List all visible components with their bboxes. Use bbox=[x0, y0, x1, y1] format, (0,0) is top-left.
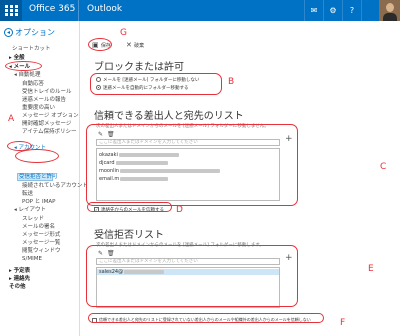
annotation-label-g: G bbox=[120, 28, 127, 38]
annotation-ring-block-allow bbox=[15, 149, 59, 163]
annotation-label-a: A bbox=[8, 114, 15, 124]
sidebar-item-block-allow[interactable]: 受信拒否と許可 bbox=[19, 174, 58, 181]
outlook-title[interactable]: Outlook bbox=[87, 4, 122, 14]
options-header[interactable]: ◂ オプション bbox=[4, 27, 55, 38]
options-title: オプション bbox=[15, 28, 55, 37]
sidebar-item-smime[interactable]: S/MIME bbox=[22, 256, 42, 263]
top-bar: Office 365 Outlook ✉ ⚙ ? bbox=[0, 0, 400, 21]
annotation-label-c: C bbox=[380, 162, 387, 172]
annotation-ring-blocked-list bbox=[86, 245, 298, 307]
sidebar-item-shortcuts[interactable]: ショートカット bbox=[12, 46, 51, 53]
sidebar-item-autoreply[interactable]: 自動応答 bbox=[22, 81, 44, 88]
annotation-ring-toolbar bbox=[88, 38, 112, 51]
sidebar-item-importance[interactable]: 重要度の高い bbox=[22, 105, 55, 112]
sidebar-item-forwarding[interactable]: 転送 bbox=[22, 191, 33, 198]
sidebar-item-message-format[interactable]: メッセージ形式 bbox=[22, 232, 60, 239]
sidebar-item-retention[interactable]: アイテム保持ポリシー bbox=[22, 129, 76, 136]
block-allow-title: ブロックまたは許可 bbox=[94, 62, 184, 73]
sidebar-item-reading-pane[interactable]: 閲覧ウィンドウ bbox=[22, 248, 61, 255]
annotation-ring-block-options bbox=[90, 73, 222, 95]
back-arrow-icon[interactable]: ◂ bbox=[4, 28, 13, 37]
avatar[interactable] bbox=[380, 0, 400, 21]
annotation-label-d: D bbox=[176, 205, 183, 215]
sidebar-item-threads[interactable]: スレッド bbox=[22, 216, 44, 223]
sidebar-item-other[interactable]: その他 bbox=[9, 284, 26, 291]
sidebar-item-message-options[interactable]: メッセージ オプション bbox=[22, 113, 79, 120]
sidebar-item-read-receipts[interactable]: 開封確認メッセージ bbox=[22, 121, 71, 128]
sidebar-item-layout[interactable]: ◂ レイアウト bbox=[14, 207, 46, 214]
sidebar-item-calendar[interactable]: ▸ 予定表 bbox=[9, 268, 30, 275]
sidebar-item-autoprocess[interactable]: ◂ 自動処理 bbox=[14, 72, 41, 79]
discard-button[interactable]: ✕ 破棄 bbox=[126, 41, 144, 49]
annotation-ring-mail bbox=[5, 61, 42, 71]
mail-icon[interactable]: ✉ bbox=[304, 0, 323, 21]
help-icon[interactable]: ? bbox=[342, 0, 361, 21]
annotation-ring-only-trusted bbox=[88, 313, 324, 323]
divider bbox=[78, 0, 79, 21]
blocked-senders-title: 受信拒否リスト bbox=[94, 230, 164, 241]
annotation-ring-safe-list bbox=[86, 124, 298, 206]
sidebar-item-connected-accounts[interactable]: 接続されているアカウント bbox=[22, 183, 88, 190]
sidebar-item-signature[interactable]: メールの署名 bbox=[22, 224, 55, 231]
annotation-label-e: E bbox=[368, 264, 374, 274]
app-launcher-icon[interactable] bbox=[0, 0, 22, 21]
discard-label: 破棄 bbox=[134, 43, 145, 49]
close-icon: ✕ bbox=[126, 41, 132, 49]
sidebar-item-junk-report[interactable]: 迷惑メールの報告 bbox=[22, 97, 66, 104]
sidebar-item-people[interactable]: ▸ 連絡先 bbox=[9, 276, 30, 283]
safe-senders-title: 信頼できる差出人と宛先のリスト bbox=[94, 111, 244, 122]
blank-slot bbox=[361, 0, 380, 21]
sidebar-item-message-list[interactable]: メッセージ一覧 bbox=[22, 240, 60, 247]
annotation-label-f: F bbox=[340, 318, 346, 328]
annotation-ring-trust-contacts bbox=[87, 202, 172, 212]
office365-title[interactable]: Office 365 bbox=[29, 4, 75, 14]
sidebar-item-inbox-rules[interactable]: 受信トレイのルール bbox=[22, 89, 72, 96]
sidebar-item-pop-imap[interactable]: POP と IMAP bbox=[22, 199, 55, 206]
gear-icon[interactable]: ⚙ bbox=[323, 0, 342, 21]
annotation-label-b: B bbox=[228, 77, 235, 87]
